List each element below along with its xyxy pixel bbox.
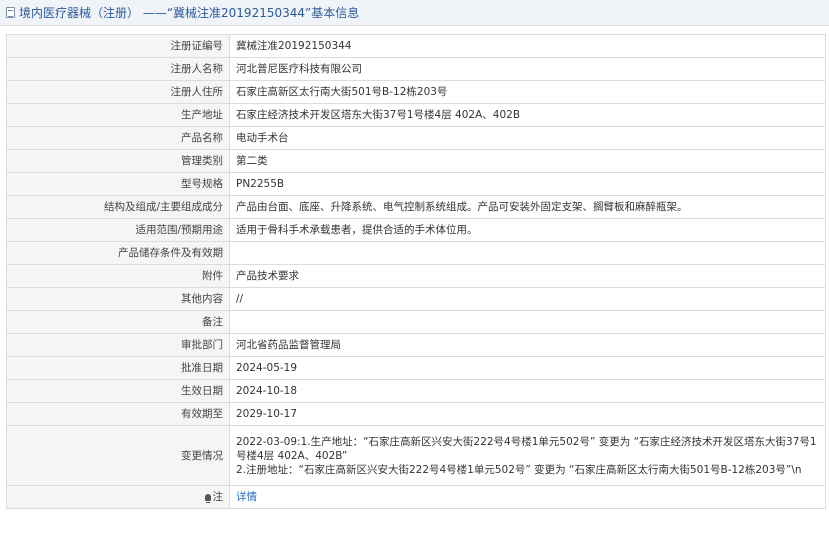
note-value: 详情 (229, 485, 826, 509)
field-value: 石家庄高新区太行南大街501号B-12栋203号 (229, 80, 826, 104)
table-row: 产品名称 电动手术台 (6, 126, 826, 150)
table-row: 其他内容// (6, 287, 826, 311)
field-label: 生产地址 (6, 103, 230, 127)
page-header: 境内医疗器械（注册） ——“冀械注准20192150344”基本信息 (0, 0, 829, 26)
details-link[interactable]: 详情 (236, 491, 257, 503)
field-value: 2029-10-17 (229, 402, 826, 426)
info-table: 注册证编号 冀械注准20192150344 注册人名称 河北普尼医疗科技有限公司 注… (6, 34, 826, 509)
field-label: 注册人名称 (6, 57, 230, 81)
table-row: 适用范围/预期用途 适用于骨科手术承载患者，提供合适的手术体位用。 (6, 218, 826, 242)
note-label: 注 (212, 491, 224, 503)
breadcrumb: 境内医疗器械（注册） ——“冀械注准20192150344”基本信息 (19, 6, 360, 20)
field-label: 适用范围/预期用途 (6, 218, 230, 242)
table-row: 管理类别 第二类 (6, 149, 826, 173)
table-row: 批准日期 2024-05-19 (6, 356, 826, 380)
field-value: 电动手术台 (229, 126, 826, 150)
table-row: 备注 (6, 310, 826, 334)
field-value: 适用于骨科手术承载患者，提供合适的手术体位用。 (229, 218, 826, 242)
field-value: // (229, 287, 826, 311)
table-row: 附件 产品技术要求 (6, 264, 826, 288)
field-value: 产品技术要求 (229, 264, 826, 288)
field-value: PN2255B (229, 172, 826, 196)
field-label: 管理类别 (6, 149, 230, 173)
table-row: 结构及组成/主要组成成分 产品由台面、底座、升降系统、电气控制系统组成。产品可安装… (6, 195, 826, 219)
field-label: 备注 (6, 310, 230, 334)
document-icon (6, 7, 15, 18)
field-value: 产品由台面、底座、升降系统、电气控制系统组成。产品可安装外固定支架、搁臂板和麻醉… (229, 195, 826, 219)
field-label: 注册证编号 (6, 34, 230, 58)
table-row: 审批部门 河北省药品监督管理局 (6, 333, 826, 357)
field-label: 生效日期 (6, 379, 230, 403)
field-value (229, 241, 826, 265)
field-value (229, 310, 826, 334)
field-label: 批准日期 (6, 356, 230, 380)
field-value: 2024-05-19 (229, 356, 826, 380)
table-row: 生产地址 石家庄经济技术开发区塔东大街37号1号楼4层 402A、402B (6, 103, 826, 127)
field-label: 附件 (6, 264, 230, 288)
field-label: 型号规格 (6, 172, 230, 196)
table-row: 型号规格 PN2255B (6, 172, 826, 196)
field-value: 河北普尼医疗科技有限公司 (229, 57, 826, 81)
change-entry: 2.注册地址：“石家庄高新区兴安大街222号4号楼1单元502号” 变更为 “石… (236, 463, 802, 476)
table-row: 有效期至 2029-10-17 (6, 402, 826, 426)
table-row: 生效日期 2024-10-18 (6, 379, 826, 403)
table-row: 产品储存条件及有效期 (6, 241, 826, 265)
change-history-label: 变更情况 (6, 425, 230, 486)
field-value: 河北省药品监督管理局 (229, 333, 826, 357)
change-history-value: 2022-03-09:1.生产地址：“石家庄高新区兴安大街222号4号楼1单元5… (229, 425, 826, 486)
field-value: 2024-10-18 (229, 379, 826, 403)
field-value: 冀械注准20192150344 (229, 34, 826, 58)
note-label-cell: 注 (6, 485, 230, 509)
table-row: 注册人住所 石家庄高新区太行南大街501号B-12栋203号 (6, 80, 826, 104)
table-row: 注册证编号 冀械注准20192150344 (6, 34, 826, 58)
table-row: 注册人名称 河北普尼医疗科技有限公司 (6, 57, 826, 81)
note-row: 注 详情 (6, 485, 826, 509)
lamp-icon (204, 494, 211, 503)
field-label: 结构及组成/主要组成成分 (6, 195, 230, 219)
field-value: 石家庄经济技术开发区塔东大街37号1号楼4层 402A、402B (229, 103, 826, 127)
field-label: 注册人住所 (6, 80, 230, 104)
change-entry: 2022-03-09:1.生产地址：“石家庄高新区兴安大街222号4号楼1单元5… (236, 435, 817, 462)
field-value: 第二类 (229, 149, 826, 173)
field-label: 审批部门 (6, 333, 230, 357)
change-history-row: 变更情况 2022-03-09:1.生产地址：“石家庄高新区兴安大街222号4号… (6, 425, 826, 486)
field-label: 其他内容 (6, 287, 230, 311)
field-label: 产品名称 (6, 126, 230, 150)
field-label: 有效期至 (6, 402, 230, 426)
field-label: 产品储存条件及有效期 (6, 241, 230, 265)
